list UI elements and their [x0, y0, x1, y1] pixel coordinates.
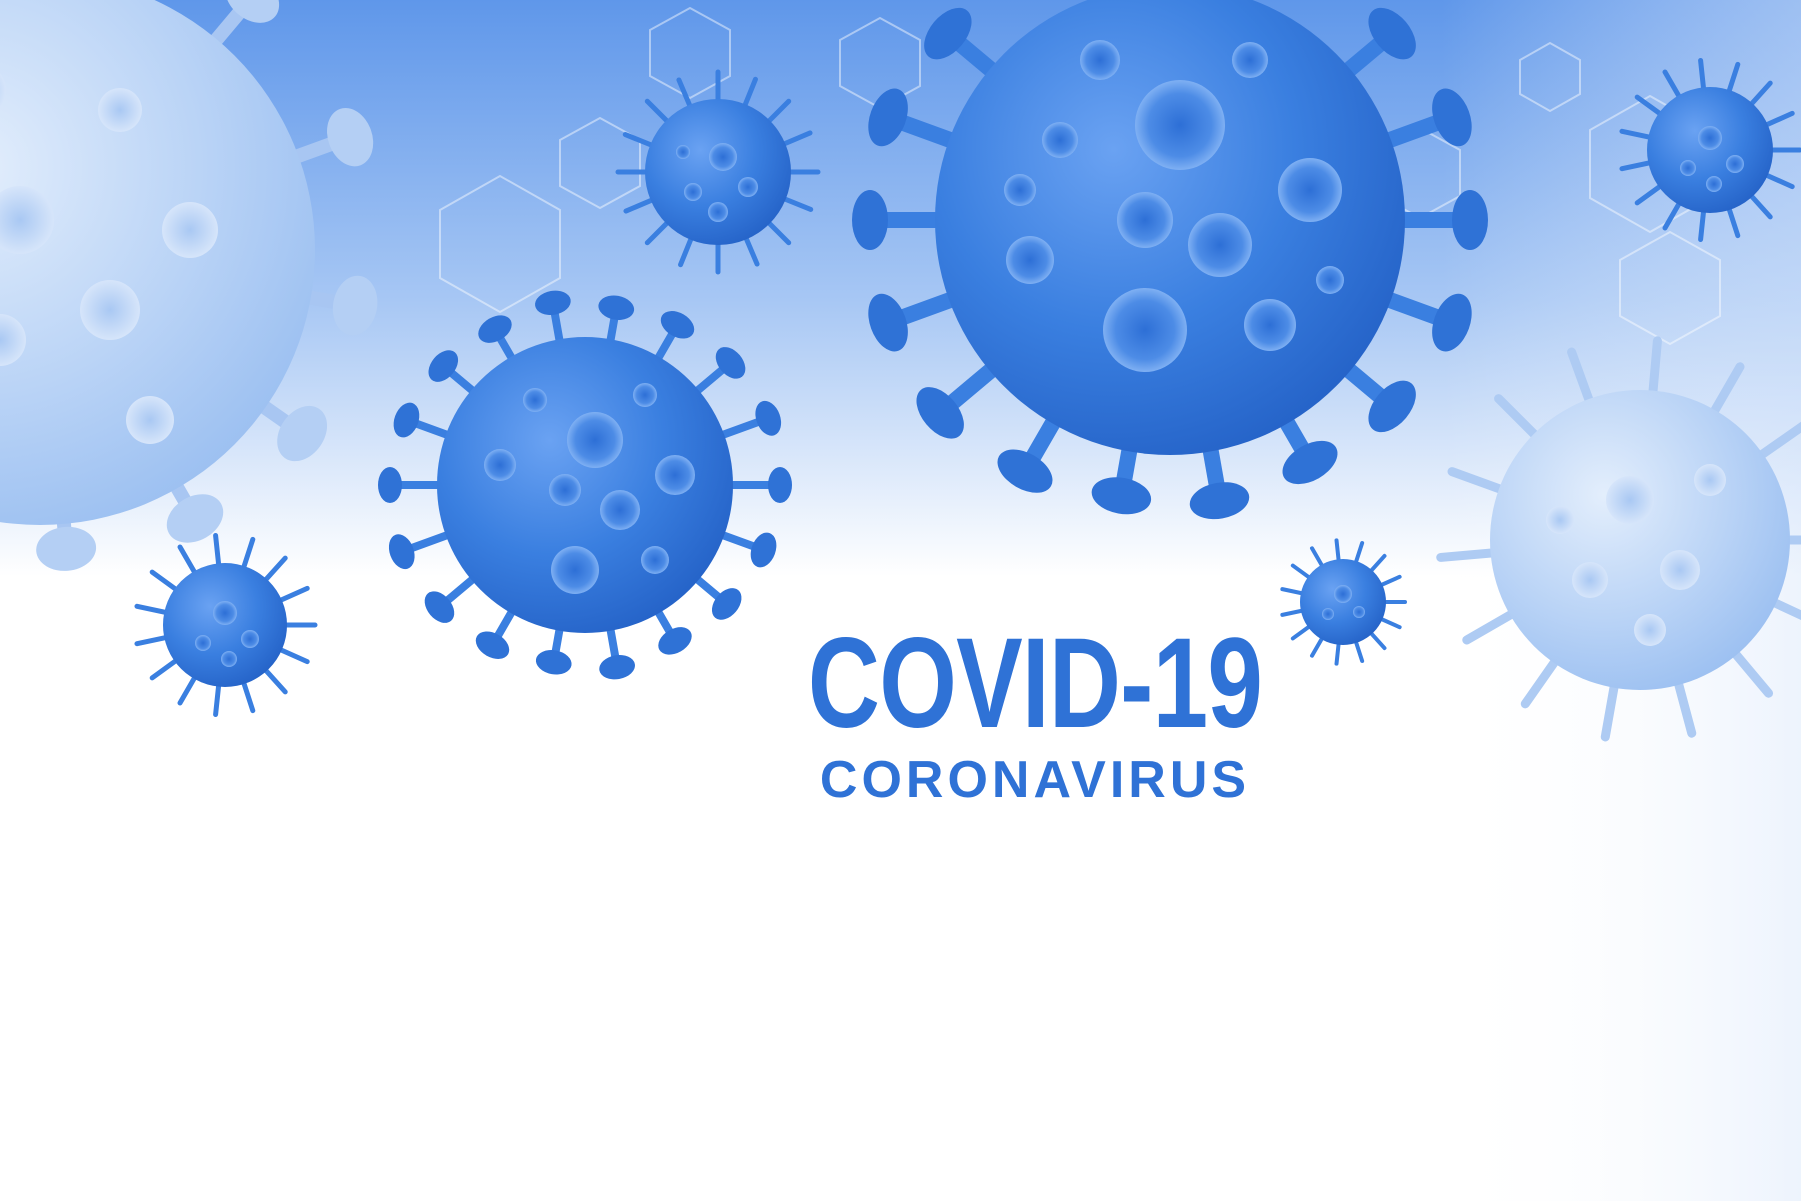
- virus-icon: [1619, 57, 1801, 243]
- poster-subtitle: CORONAVIRUS: [819, 751, 1251, 809]
- virus-icon: [615, 69, 821, 275]
- hexagon-icon: [839, 16, 921, 110]
- virus-icon: [1436, 336, 1801, 742]
- poster-title: COVID-19: [807, 612, 1263, 755]
- headline: COVID-19 CORONAVIRUS: [740, 612, 1330, 809]
- virus-icon: [378, 290, 792, 680]
- virus-icon: [134, 532, 318, 718]
- virus-icon: [0, 0, 378, 571]
- hexagon-icon: [1519, 41, 1581, 113]
- hexagon-icon: [439, 174, 561, 314]
- poster-canvas: COVID-19 CORONAVIRUS: [0, 0, 1801, 1201]
- hexagon-icon: [1619, 230, 1721, 346]
- virus-scene: [0, 0, 1801, 742]
- hexagon-icon: [559, 116, 641, 210]
- virus-icon: [852, 0, 1488, 520]
